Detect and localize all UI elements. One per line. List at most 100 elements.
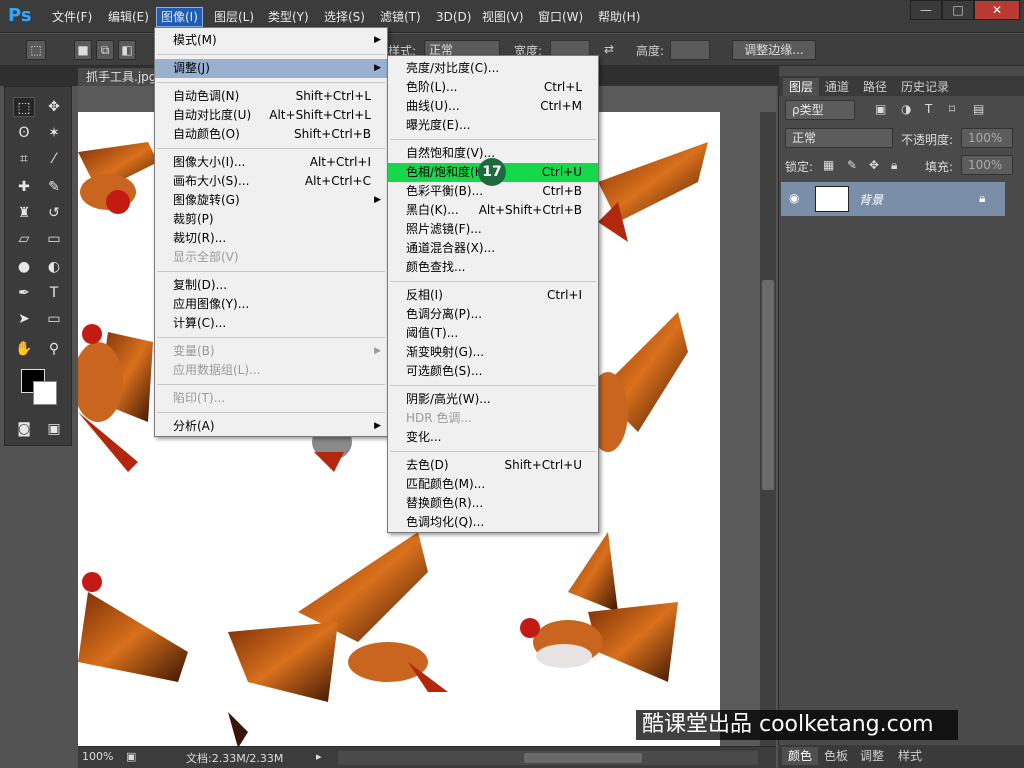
status-arrow-icon[interactable]: ▸ — [316, 750, 322, 763]
lock-pixels-icon[interactable]: ▦ — [823, 158, 834, 172]
rectangular-marquee-tool-icon[interactable]: ⬚ — [13, 97, 35, 117]
clone-stamp-tool-icon[interactable]: ♜ — [13, 203, 35, 223]
minimize-button[interactable]: — — [910, 0, 942, 20]
opacity-input[interactable]: 100% — [961, 128, 1013, 148]
tab-adjustments[interactable]: 调整 — [854, 747, 890, 765]
eye-icon[interactable]: ◉ — [789, 191, 799, 205]
adjust-menu-item[interactable]: HDR 色调... — [388, 409, 598, 428]
blend-mode-select[interactable]: 正常 — [785, 128, 893, 148]
dodge-tool-icon[interactable]: ◐ — [43, 257, 65, 277]
lock-position-icon[interactable]: ✥ — [869, 158, 879, 172]
lasso-tool-icon[interactable]: ʘ — [13, 123, 35, 143]
tab-swatches[interactable]: 色板 — [818, 747, 854, 765]
adjust-menu-item[interactable]: 色阶(L)... Ctrl+L — [388, 78, 598, 97]
adjust-menu-item[interactable]: 渐变映射(G)... — [388, 343, 598, 362]
crop-tool-icon[interactable]: ⌗ — [13, 149, 35, 169]
menu-5[interactable]: 选择(S) — [320, 9, 369, 27]
blur-tool-icon[interactable]: ● — [13, 257, 35, 277]
adjust-menu-item[interactable]: 色调均化(Q)... — [388, 513, 598, 532]
adjust-menu-item[interactable]: 可选颜色(S)... — [388, 362, 598, 381]
tab-channels[interactable]: 通道 — [819, 78, 855, 96]
menu-4[interactable]: 类型(Y) — [264, 9, 313, 27]
layer-name[interactable]: 背景 — [859, 191, 883, 208]
image-menu-item[interactable]: 计算(C)... — [155, 314, 387, 333]
type-tool-icon[interactable]: T — [43, 283, 65, 303]
filter-shape-icon[interactable]: ⌑ — [949, 102, 955, 116]
filter-smart-icon[interactable]: ▤ — [973, 102, 984, 116]
menu-0[interactable]: 文件(F) — [48, 9, 96, 27]
image-menu-item[interactable]: 图像旋转(G) ▶ — [155, 191, 387, 210]
adjust-menu-item[interactable]: 黑白(K)... Alt+Shift+Ctrl+B — [388, 201, 598, 220]
brush-tool-icon[interactable]: ✎ — [43, 177, 65, 197]
vertical-scrollbar-thumb[interactable] — [762, 280, 774, 490]
swap-icon[interactable]: ⇄ — [604, 42, 614, 56]
adjust-menu-item[interactable]: 去色(D) Shift+Ctrl+U — [388, 456, 598, 475]
filter-adjust-icon[interactable]: ◑ — [901, 102, 911, 116]
image-menu-item[interactable]: 调整(J) ▶ — [155, 59, 387, 78]
image-menu-item[interactable]: 裁切(R)... — [155, 229, 387, 248]
menu-10[interactable]: 帮助(H) — [594, 9, 644, 27]
menu-9[interactable]: 窗口(W) — [534, 9, 587, 27]
adjust-menu-item[interactable]: 颜色查找... — [388, 258, 598, 277]
eyedropper-tool-icon[interactable]: ⁄ — [43, 149, 65, 169]
adjust-menu-item[interactable]: 阈值(T)... — [388, 324, 598, 343]
screen-mode-icon[interactable]: ▣ — [43, 419, 65, 439]
close-button[interactable]: ✕ — [974, 0, 1020, 20]
image-menu-item[interactable]: 分析(A) ▶ — [155, 417, 387, 436]
rectangle-tool-icon[interactable]: ▭ — [43, 309, 65, 329]
eraser-tool-icon[interactable]: ▱ — [13, 229, 35, 249]
layer-filter-select[interactable]: ρ类型 — [785, 100, 855, 120]
menu-3[interactable]: 图层(L) — [210, 9, 258, 27]
lock-paint-icon[interactable]: ✎ — [847, 158, 857, 172]
image-menu-item[interactable]: 自动对比度(U) Alt+Shift+Ctrl+L — [155, 106, 387, 125]
menu-1[interactable]: 编辑(E) — [104, 9, 153, 27]
image-menu-item[interactable]: 显示全部(V) — [155, 248, 387, 267]
zoom-level[interactable]: 100% — [82, 750, 113, 763]
status-info-icon[interactable]: ▣ — [126, 750, 136, 763]
adjust-menu-item[interactable]: 色调分离(P)... — [388, 305, 598, 324]
adjust-menu-item[interactable]: 变化... — [388, 428, 598, 447]
adjust-menu-item[interactable]: 阴影/高光(W)... — [388, 390, 598, 409]
filter-type-icon[interactable]: T — [925, 102, 932, 116]
marquee-preset-icon[interactable]: ⬚ — [26, 40, 46, 60]
horizontal-scrollbar[interactable] — [338, 751, 758, 765]
adjust-menu-item[interactable]: 曝光度(E)... — [388, 116, 598, 135]
image-menu-item[interactable]: 陷印(T)... — [155, 389, 387, 408]
tab-layers[interactable]: 图层 — [783, 78, 820, 96]
refine-edge-button[interactable]: 调整边缘... — [732, 40, 816, 60]
image-menu-item[interactable]: 自动色调(N) Shift+Ctrl+L — [155, 87, 387, 106]
magic-wand-tool-icon[interactable]: ✶ — [43, 123, 65, 143]
add-selection-icon[interactable]: ⧉ — [96, 40, 114, 60]
adjust-menu-item[interactable]: 亮度/对比度(C)... — [388, 59, 598, 78]
path-selection-tool-icon[interactable]: ➤ — [13, 309, 35, 329]
image-menu-item[interactable]: 变量(B) ▶ — [155, 342, 387, 361]
layer-row-background[interactable]: ◉ 背景 🔒︎ — [781, 182, 1005, 216]
tab-color[interactable]: 颜色 — [782, 747, 819, 765]
fill-input[interactable]: 100% — [961, 155, 1013, 175]
background-color-swatch[interactable] — [33, 381, 57, 405]
menu-8[interactable]: 视图(V) — [478, 9, 528, 27]
menu-2[interactable]: 图像(I) — [156, 7, 203, 27]
adjust-menu-item[interactable]: 曲线(U)... Ctrl+M — [388, 97, 598, 116]
image-menu-item[interactable]: 模式(M) ▶ — [155, 31, 387, 50]
adjust-menu-item[interactable]: 照片滤镜(F)... — [388, 220, 598, 239]
move-tool-icon[interactable]: ✥ — [43, 97, 65, 117]
quick-mask-icon[interactable]: ◙ — [13, 419, 35, 439]
healing-brush-tool-icon[interactable]: ✚ — [13, 177, 35, 197]
image-menu-item[interactable]: 应用图像(Y)... — [155, 295, 387, 314]
image-menu-item[interactable]: 自动颜色(O) Shift+Ctrl+B — [155, 125, 387, 144]
adjust-menu-item[interactable]: 通道混合器(X)... — [388, 239, 598, 258]
image-menu-item[interactable]: 裁剪(P) — [155, 210, 387, 229]
image-menu-item[interactable]: 应用数据组(L)... — [155, 361, 387, 380]
image-menu-item[interactable]: 复制(D)... — [155, 276, 387, 295]
zoom-tool-icon[interactable]: ⚲ — [43, 339, 65, 359]
gradient-tool-icon[interactable]: ▭ — [43, 229, 65, 249]
pen-tool-icon[interactable]: ✒ — [13, 283, 35, 303]
tab-styles[interactable]: 样式 — [892, 747, 928, 765]
menu-6[interactable]: 滤镜(T) — [376, 9, 425, 27]
tab-history[interactable]: 历史记录 — [895, 78, 955, 96]
adjust-menu-item[interactable]: 替换颜色(R)... — [388, 494, 598, 513]
horizontal-scrollbar-thumb[interactable] — [524, 753, 642, 763]
subtract-selection-icon[interactable]: ◧ — [118, 40, 136, 60]
image-menu-item[interactable]: 画布大小(S)... Alt+Ctrl+C — [155, 172, 387, 191]
